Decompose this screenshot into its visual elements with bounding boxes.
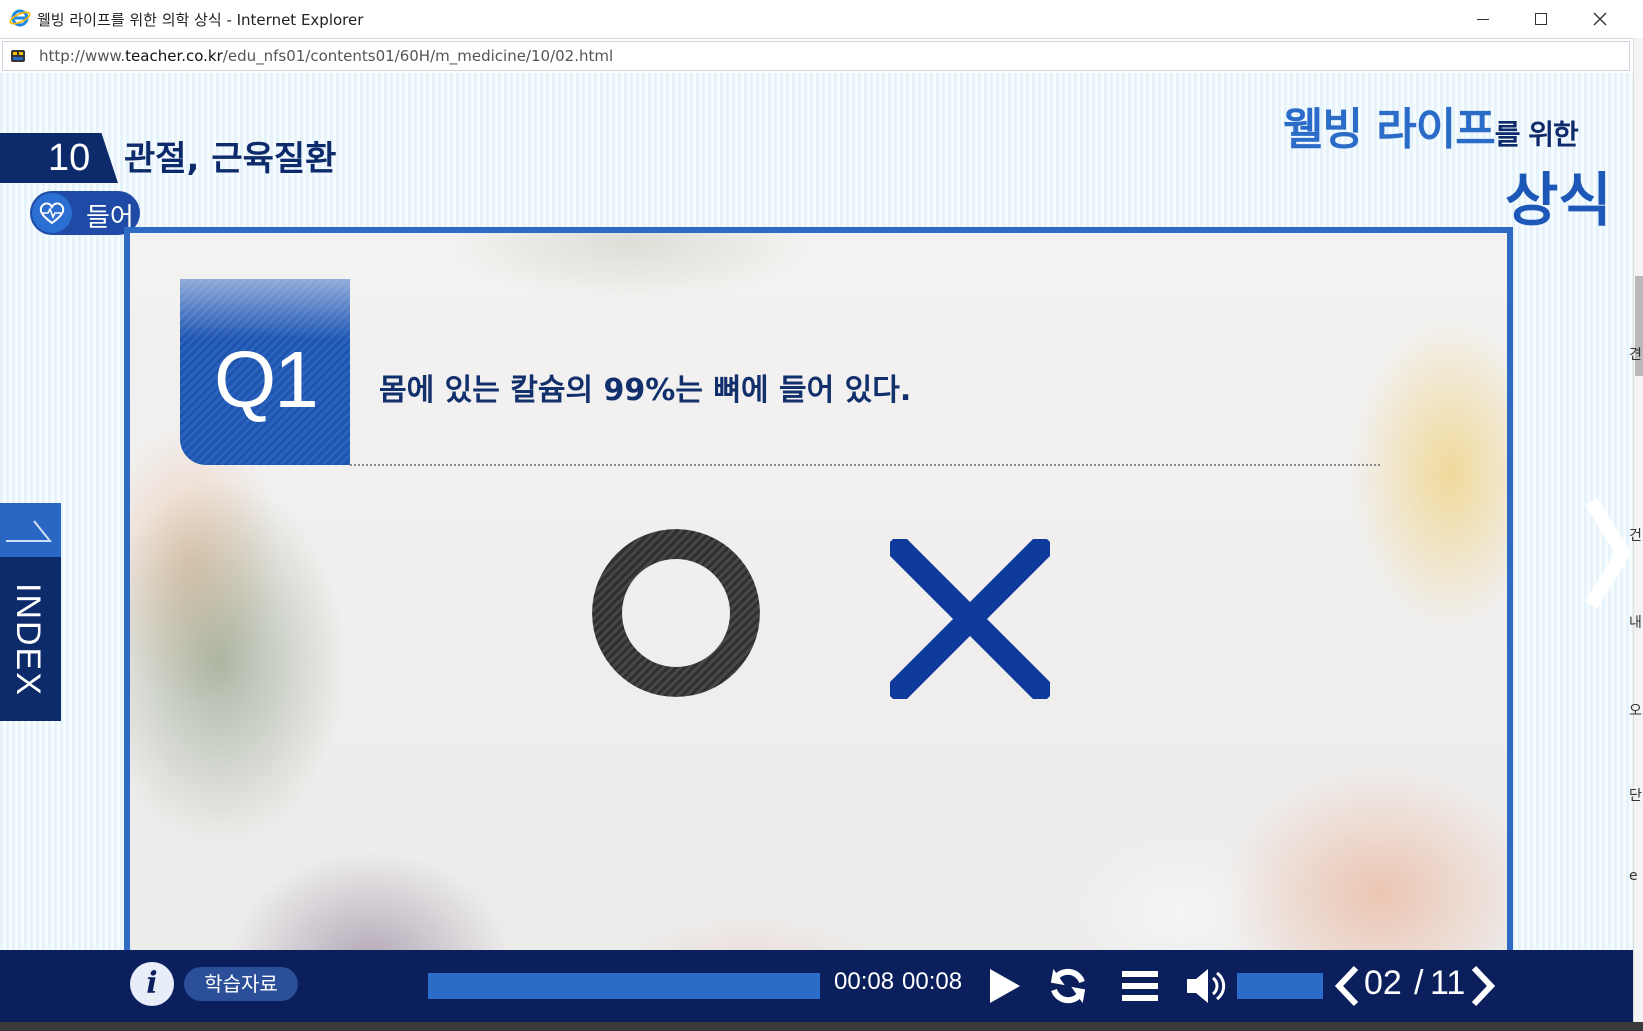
address-bar: http://www.teacher.co.kr/edu_nfs01/conte… — [0, 38, 1643, 72]
index-label: INDEX — [9, 583, 47, 697]
url-text: http://www.teacher.co.kr/edu_nfs01/conte… — [39, 47, 613, 65]
url-prefix: http://www. — [39, 47, 126, 65]
taskbar-strip — [0, 1022, 1643, 1031]
minimize-button[interactable] — [1455, 4, 1511, 34]
index-tab[interactable]: INDEX — [0, 503, 61, 721]
background-char: 견 — [1629, 347, 1642, 363]
total-time: 00:08 — [902, 968, 963, 995]
background-char: 단 — [1629, 788, 1642, 804]
background-char: 건 — [1629, 528, 1642, 544]
info-icon: i — [146, 966, 158, 1001]
volume-fill — [1237, 973, 1323, 999]
question-number: Q1 — [214, 335, 319, 424]
maximize-icon — [1535, 13, 1547, 25]
volume-slider[interactable] — [1237, 973, 1323, 999]
minimize-icon — [1477, 18, 1489, 20]
background-char: e — [1629, 868, 1638, 884]
answer-x-button[interactable] — [890, 539, 1050, 699]
volume-icon[interactable] — [1184, 964, 1228, 1008]
background-char: 내 — [1629, 615, 1642, 631]
brand-main: 웰빙 라이프 — [1283, 104, 1496, 155]
info-button[interactable]: i — [130, 962, 174, 1006]
window-titlebar: 웰빙 라이프를 위한 의학 상식 - Internet Explorer — [0, 0, 1643, 38]
internet-explorer-icon — [9, 9, 31, 27]
quiz-modal: Q1 몸에 있는 칼슘의 99%는 뼈에 들어 있다. — [124, 227, 1513, 1009]
lesson-number: 10 — [0, 133, 118, 183]
current-page: 02 — [1364, 964, 1402, 1002]
maximize-button[interactable] — [1513, 4, 1569, 34]
lesson-title: 관절, 근육질환 — [124, 139, 337, 179]
learning-material-button[interactable]: 학습자료 — [184, 967, 298, 1001]
background-char: 오 — [1629, 703, 1642, 719]
play-icon[interactable] — [982, 964, 1026, 1008]
progress-fill — [428, 973, 820, 999]
progress-bar[interactable] — [428, 973, 820, 999]
close-icon — [1593, 12, 1607, 26]
brand-suffix: 를 위한 — [1494, 118, 1579, 151]
previous-page-icon[interactable] — [1332, 964, 1362, 1008]
question-badge: Q1 — [180, 279, 350, 465]
answer-o-button[interactable] — [592, 529, 760, 697]
url-field[interactable]: http://www.teacher.co.kr/edu_nfs01/conte… — [2, 41, 1630, 71]
question-divider — [350, 464, 1380, 466]
index-corner-icon — [6, 520, 53, 542]
brand-title: 웰빙 라이프를 위한 — [1283, 93, 1579, 157]
page-separator: / — [1414, 964, 1424, 1002]
menu-icon[interactable] — [1118, 964, 1162, 1008]
index-tab-top — [0, 503, 61, 557]
next-slide-arrow-icon[interactable] — [1583, 493, 1633, 613]
player-control-bar: i 학습자료 00:08 00:08 02 / 11 — [0, 950, 1633, 1022]
brand-subtitle: 상식 — [1505, 166, 1612, 234]
question-text: 몸에 있는 칼슘의 99%는 뼈에 들어 있다. — [379, 373, 912, 408]
url-domain: teacher.co.kr — [125, 47, 223, 65]
site-favicon-icon — [11, 50, 25, 62]
heart-icon — [32, 193, 72, 233]
url-path: /edu_nfs01/contents01/60H/m_medicine/10/… — [222, 47, 614, 65]
next-page-icon[interactable] — [1468, 964, 1498, 1008]
badge-highlight — [180, 279, 350, 339]
lesson-page: 10 관절, 근육질환 들어 웰빙 라이프를 위한 상식 INDEX Q1 몸에… — [0, 73, 1633, 1024]
close-button[interactable] — [1572, 4, 1628, 34]
current-time: 00:08 — [834, 968, 895, 995]
total-pages: 11 — [1430, 964, 1466, 1002]
window-title: 웰빙 라이프를 위한 의학 상식 - Internet Explorer — [37, 11, 364, 29]
replay-icon[interactable] — [1046, 964, 1090, 1008]
